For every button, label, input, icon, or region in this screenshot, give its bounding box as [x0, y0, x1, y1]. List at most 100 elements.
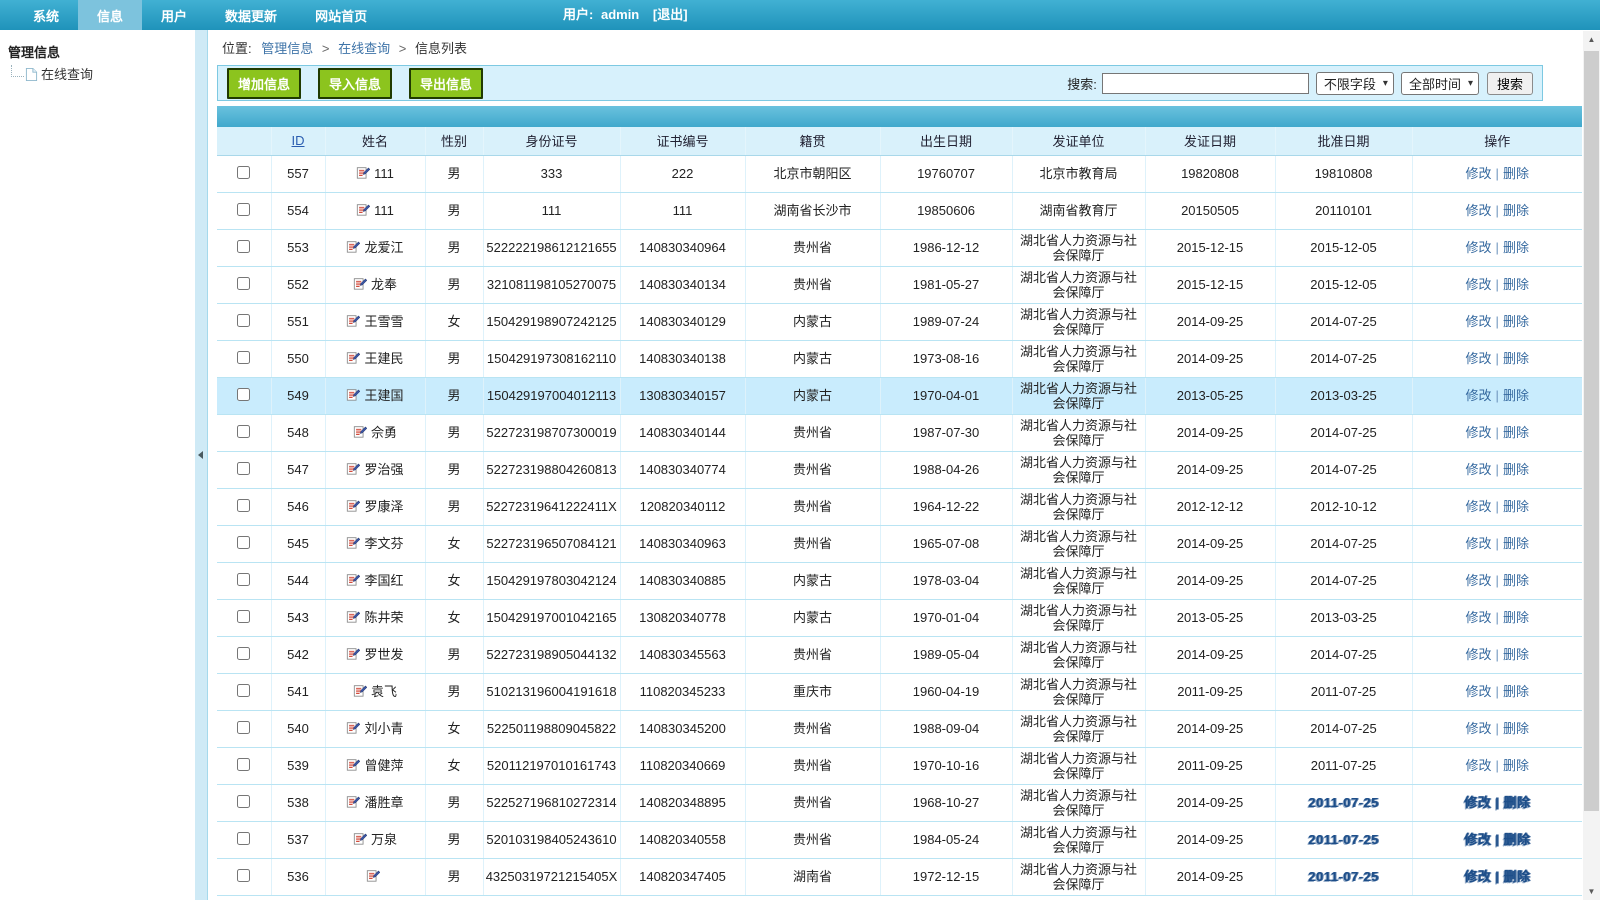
delete-link[interactable]: 删除 — [1503, 832, 1530, 847]
edit-doc-icon[interactable] — [346, 794, 364, 812]
row-checkbox[interactable] — [237, 832, 250, 845]
edit-doc-icon[interactable] — [356, 165, 374, 183]
delete-link[interactable]: 删除 — [1503, 277, 1529, 292]
edit-link[interactable]: 修改 — [1466, 240, 1492, 255]
sidebar-splitter[interactable] — [195, 30, 208, 900]
nav-item-4[interactable]: 网站首页 — [296, 0, 386, 30]
row-checkbox[interactable] — [237, 536, 250, 549]
breadcrumb-link-query[interactable]: 在线查询 — [338, 41, 390, 56]
row-checkbox[interactable] — [237, 499, 250, 512]
edit-link[interactable]: 修改 — [1466, 203, 1492, 218]
edit-doc-icon[interactable] — [346, 757, 364, 775]
edit-link[interactable]: 修改 — [1466, 647, 1492, 662]
edit-doc-icon[interactable] — [353, 683, 371, 701]
edit-link[interactable]: 修改 — [1466, 684, 1492, 699]
toolbar-button-1[interactable]: 导入信息 — [318, 68, 392, 99]
row-checkbox[interactable] — [237, 869, 250, 882]
edit-doc-icon[interactable] — [346, 572, 364, 590]
edit-doc-icon[interactable] — [346, 498, 364, 516]
edit-link[interactable]: 修改 — [1466, 721, 1492, 736]
row-checkbox[interactable] — [237, 425, 250, 438]
edit-link[interactable]: 修改 — [1466, 277, 1492, 292]
delete-link[interactable]: 删除 — [1503, 647, 1529, 662]
edit-link[interactable]: 修改 — [1466, 610, 1492, 625]
delete-link[interactable]: 删除 — [1503, 573, 1529, 588]
sidebar-item-0[interactable]: 在线查询 — [8, 65, 195, 83]
edit-link[interactable]: 修改 — [1466, 425, 1492, 440]
scrollbar-thumb[interactable] — [1584, 51, 1599, 811]
search-input[interactable] — [1102, 73, 1309, 94]
edit-doc-icon[interactable] — [346, 350, 364, 368]
row-checkbox[interactable] — [237, 721, 250, 734]
delete-link[interactable]: 删除 — [1503, 758, 1529, 773]
edit-doc-icon[interactable] — [356, 202, 374, 220]
edit-doc-icon[interactable] — [346, 535, 364, 553]
edit-link[interactable]: 修改 — [1464, 795, 1491, 810]
edit-link[interactable]: 修改 — [1466, 166, 1492, 181]
edit-link[interactable]: 修改 — [1466, 573, 1492, 588]
edit-doc-icon[interactable] — [346, 239, 364, 257]
delete-link[interactable]: 删除 — [1503, 684, 1529, 699]
nav-item-2[interactable]: 用户 — [142, 0, 206, 30]
time-select[interactable]: 全部时间 ▾ — [1401, 72, 1479, 95]
breadcrumb-link-manage[interactable]: 管理信息 — [261, 41, 313, 56]
logout-link[interactable]: [退出] — [653, 7, 688, 22]
delete-link[interactable]: 删除 — [1503, 388, 1529, 403]
edit-doc-icon[interactable] — [346, 609, 364, 627]
scroll-down-icon[interactable]: ▼ — [1583, 883, 1600, 900]
row-checkbox[interactable] — [237, 388, 250, 401]
row-checkbox[interactable] — [237, 795, 250, 808]
edit-link[interactable]: 修改 — [1464, 869, 1491, 884]
row-checkbox[interactable] — [237, 351, 250, 364]
row-checkbox[interactable] — [237, 610, 250, 623]
edit-link[interactable]: 修改 — [1466, 536, 1492, 551]
delete-link[interactable]: 删除 — [1503, 166, 1529, 181]
row-checkbox[interactable] — [237, 462, 250, 475]
row-checkbox[interactable] — [237, 573, 250, 586]
edit-doc-icon[interactable] — [353, 424, 371, 442]
nav-item-0[interactable]: 系统 — [14, 0, 78, 30]
row-checkbox[interactable] — [237, 203, 250, 216]
delete-link[interactable]: 删除 — [1503, 351, 1529, 366]
edit-doc-icon[interactable] — [353, 831, 371, 849]
edit-doc-icon[interactable] — [346, 387, 364, 405]
row-checkbox[interactable] — [237, 314, 250, 327]
delete-link[interactable]: 删除 — [1503, 425, 1529, 440]
nav-item-1[interactable]: 信息 — [78, 0, 142, 30]
scroll-up-icon[interactable]: ▲ — [1583, 31, 1600, 48]
edit-link[interactable]: 修改 — [1466, 314, 1492, 329]
edit-doc-icon[interactable] — [346, 720, 364, 738]
row-checkbox[interactable] — [237, 166, 250, 179]
delete-link[interactable]: 删除 — [1503, 795, 1530, 810]
edit-doc-icon[interactable] — [346, 646, 364, 664]
row-checkbox[interactable] — [237, 240, 250, 253]
column-header-0[interactable]: ID — [271, 127, 325, 155]
row-checkbox[interactable] — [237, 684, 250, 697]
edit-doc-icon[interactable] — [346, 313, 364, 331]
search-button[interactable]: 搜索 — [1487, 72, 1533, 95]
delete-link[interactable]: 删除 — [1503, 499, 1529, 514]
edit-link[interactable]: 修改 — [1466, 499, 1492, 514]
row-checkbox[interactable] — [237, 277, 250, 290]
delete-link[interactable]: 删除 — [1503, 536, 1529, 551]
collapse-left-icon[interactable] — [198, 451, 203, 459]
delete-link[interactable]: 删除 — [1503, 203, 1529, 218]
row-checkbox[interactable] — [237, 758, 250, 771]
edit-link[interactable]: 修改 — [1466, 758, 1492, 773]
edit-link[interactable]: 修改 — [1466, 351, 1492, 366]
delete-link[interactable]: 删除 — [1503, 610, 1529, 625]
nav-item-3[interactable]: 数据更新 — [206, 0, 296, 30]
field-select[interactable]: 不限字段 ▾ — [1316, 72, 1394, 95]
edit-link[interactable]: 修改 — [1466, 462, 1492, 477]
row-checkbox[interactable] — [237, 647, 250, 660]
delete-link[interactable]: 删除 — [1503, 462, 1529, 477]
edit-doc-icon[interactable] — [346, 461, 364, 479]
delete-link[interactable]: 删除 — [1503, 869, 1530, 884]
toolbar-button-0[interactable]: 增加信息 — [227, 68, 301, 99]
delete-link[interactable]: 删除 — [1503, 314, 1529, 329]
edit-doc-icon[interactable] — [366, 868, 384, 886]
delete-link[interactable]: 删除 — [1503, 240, 1529, 255]
edit-link[interactable]: 修改 — [1464, 832, 1491, 847]
vertical-scrollbar[interactable]: ▲ ▼ — [1583, 31, 1600, 900]
edit-doc-icon[interactable] — [353, 276, 371, 294]
